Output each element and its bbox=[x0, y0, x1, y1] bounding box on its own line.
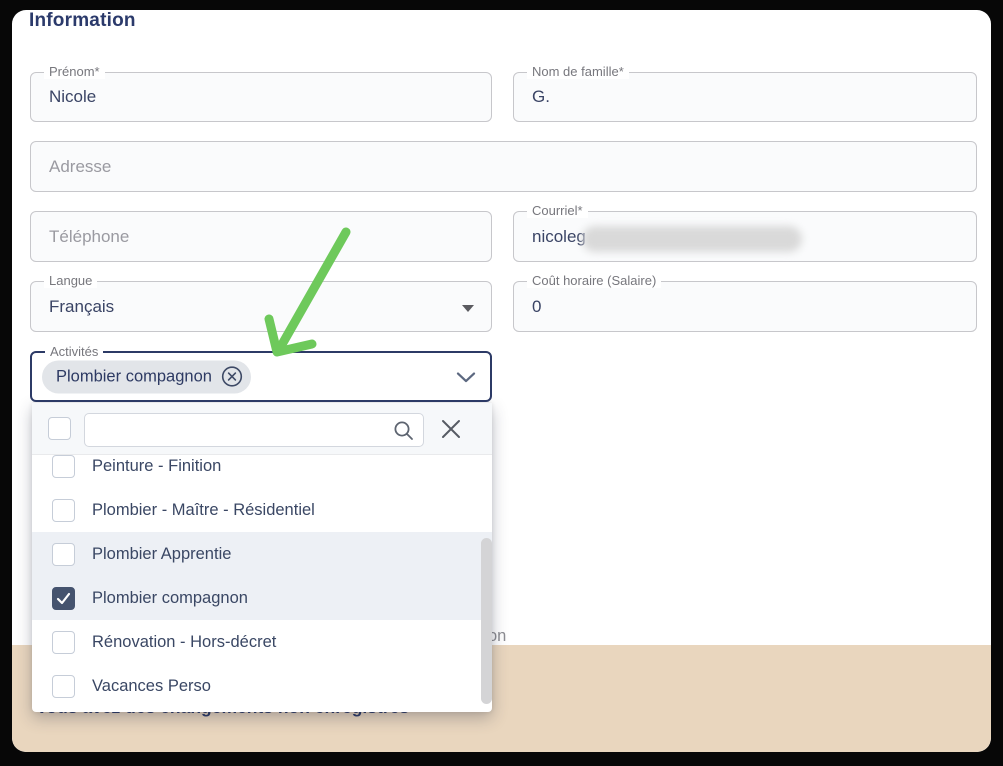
first-name-value: Nicole bbox=[49, 87, 97, 106]
address-field[interactable]: Adresse bbox=[30, 141, 977, 192]
activity-option-label: Plombier - Maître - Résidentiel bbox=[92, 500, 315, 519]
checkbox-unchecked-icon[interactable] bbox=[52, 674, 75, 698]
activity-option-label: Plombier compagnon bbox=[92, 588, 248, 607]
language-label: Langue bbox=[44, 273, 98, 288]
activities-multiselect[interactable]: Activités Plombier compagnon bbox=[30, 344, 492, 402]
last-name-value: G. bbox=[532, 87, 550, 106]
information-card: Information Prénom* Nicole Nom de famill… bbox=[12, 10, 991, 752]
email-value: nicoleg bbox=[532, 226, 586, 246]
checkbox-unchecked-icon[interactable] bbox=[52, 542, 75, 566]
activities-label: Activités bbox=[45, 344, 104, 359]
activity-option[interactable]: Plombier Apprentie bbox=[32, 532, 492, 576]
activity-option[interactable]: Plombier compagnon bbox=[32, 576, 492, 620]
checkbox-unchecked-icon[interactable] bbox=[52, 498, 75, 522]
select-all-checkbox[interactable] bbox=[48, 417, 71, 440]
activity-option[interactable]: Vacances Perso bbox=[32, 664, 492, 708]
activity-chip-label: Plombier compagnon bbox=[56, 367, 212, 385]
options-list: Peinture - Finition Plombier - Maître - R… bbox=[32, 455, 492, 712]
phone-placeholder: Téléphone bbox=[49, 226, 130, 246]
dropdown-search bbox=[84, 413, 424, 447]
activity-option[interactable]: Rénovation - Hors-décret bbox=[32, 620, 492, 664]
address-placeholder: Adresse bbox=[49, 156, 112, 176]
language-select[interactable]: Langue Français bbox=[30, 273, 492, 332]
activities-dropdown-panel: Peinture - Finition Plombier - Maître - R… bbox=[32, 403, 492, 712]
activity-option-label: Vacances Perso bbox=[92, 676, 211, 695]
phone-field[interactable]: Téléphone bbox=[30, 211, 492, 262]
hourly-cost-field[interactable]: Coût horaire (Salaire) 0 bbox=[513, 273, 977, 332]
email-redaction-blur bbox=[582, 226, 802, 252]
email-label: Courriel* bbox=[527, 203, 588, 218]
checkbox-unchecked-icon[interactable] bbox=[52, 630, 75, 654]
activity-chip[interactable]: Plombier compagnon bbox=[42, 360, 251, 393]
dropdown-search-input[interactable] bbox=[85, 414, 423, 446]
activity-option[interactable]: Plombier - Maître - Résidentiel bbox=[32, 488, 492, 532]
first-name-label: Prénom* bbox=[44, 64, 105, 79]
dropdown-header bbox=[32, 403, 492, 455]
activity-option-label: Plombier Apprentie bbox=[92, 544, 232, 563]
hourly-cost-value: 0 bbox=[532, 296, 542, 316]
search-icon bbox=[394, 421, 413, 440]
language-value: Français bbox=[49, 296, 115, 316]
caret-down-icon bbox=[462, 304, 474, 312]
dropdown-scrollbar-thumb[interactable] bbox=[481, 538, 492, 704]
email-field[interactable]: Courriel* nicoleg bbox=[513, 203, 977, 262]
close-icon[interactable] bbox=[440, 418, 462, 440]
activity-option-label: Rénovation - Hors-décret bbox=[92, 632, 277, 651]
checkbox-unchecked-icon[interactable] bbox=[52, 455, 75, 478]
chip-remove-icon[interactable] bbox=[221, 366, 243, 388]
chevron-down-icon bbox=[456, 371, 476, 382]
hourly-cost-label: Coût horaire (Salaire) bbox=[527, 273, 662, 288]
page-title: Information bbox=[29, 10, 136, 31]
last-name-label: Nom de famille* bbox=[527, 64, 629, 79]
checkbox-checked-icon[interactable] bbox=[52, 586, 75, 610]
activity-option[interactable]: Peinture - Finition bbox=[32, 455, 492, 488]
last-name-field[interactable]: Nom de famille* G. bbox=[513, 64, 977, 122]
activity-option-label: Peinture - Finition bbox=[92, 456, 222, 475]
first-name-field[interactable]: Prénom* Nicole bbox=[30, 64, 492, 122]
